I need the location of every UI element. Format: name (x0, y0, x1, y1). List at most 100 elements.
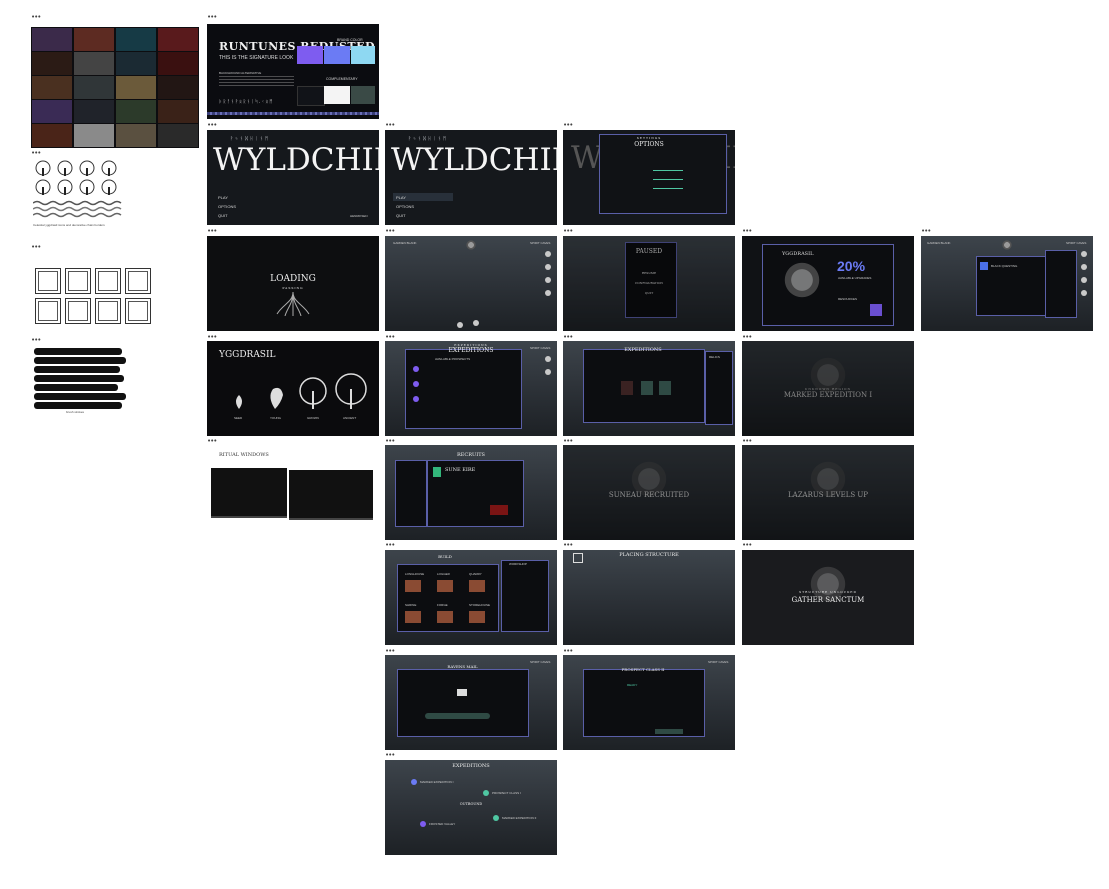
pause-quit[interactable]: QUIT (563, 291, 735, 295)
pause-config[interactable]: CONFIGURATION (563, 281, 735, 285)
yggdrasil-emblem-icon (798, 554, 858, 614)
menu-quit[interactable]: QUIT (396, 213, 406, 218)
tree-icon[interactable] (999, 237, 1015, 253)
expedition-banner-frame[interactable]: UNKNOWN REGION MARKED EXPEDITION I (742, 341, 914, 436)
slider-volume[interactable] (653, 170, 683, 171)
frame-menu-icon[interactable]: ••• (385, 228, 395, 235)
search-icon[interactable] (1081, 251, 1087, 257)
frame-menu-icon[interactable]: ••• (563, 228, 573, 235)
frame-menu-icon[interactable]: ••• (31, 244, 41, 251)
gear-icon[interactable] (545, 290, 551, 296)
expedition-item-icon[interactable] (413, 396, 419, 402)
frame-menu-icon[interactable]: ••• (207, 122, 217, 129)
slider-effects[interactable] (653, 188, 683, 189)
sword-icon[interactable] (545, 277, 551, 283)
rune-icon[interactable] (473, 320, 479, 326)
mail-frame[interactable]: RAVENS MAIL SPIRIT CAVES (385, 655, 557, 750)
frame-menu-icon[interactable]: ••• (207, 334, 217, 341)
frame-menu-icon[interactable]: ••• (31, 150, 41, 157)
yggdrasil-progress-frame[interactable]: YGGDRASIL 20% AVAILABLE UPGRADES RESOURC… (742, 236, 914, 331)
expeditions-map-frame[interactable]: EXPEDITIONS OUTBOUND MARKED EXPEDITION I… (385, 760, 557, 855)
build-item-1[interactable]: LOGGER (437, 572, 450, 576)
pause-resume[interactable]: RESUME (563, 271, 735, 275)
placing-frame[interactable]: PLACING STRUCTURE (563, 550, 735, 645)
expedition-node-icon[interactable] (493, 815, 499, 821)
prospect-launch-button[interactable] (655, 729, 683, 734)
frame-menu-icon[interactable]: ••• (742, 542, 752, 549)
slot-icon[interactable] (621, 381, 633, 395)
frame-menu-icon[interactable]: ••• (563, 648, 573, 655)
sanctum-frame[interactable]: STRUCTURE UNLOCKED GATHER SANCTUM (742, 550, 914, 645)
pause-frame[interactable]: PAUSED RESUME CONFIGURATION QUIT (563, 236, 735, 331)
yggdrasil-growth-frame[interactable]: YGGDRASIL SEED YOUNG GROWN ANCIENT (207, 341, 379, 436)
build-item-5[interactable]: STOREHOUSE (469, 603, 490, 607)
mail-icon[interactable] (457, 322, 463, 328)
expedition-item-icon[interactable] (413, 381, 419, 387)
level-up-frame[interactable]: LAZARUS LEVELS UP (742, 445, 914, 540)
build-frame[interactable]: BUILD WORKSHOP LONGHOUSE LOGGER QUARRY S… (385, 550, 557, 645)
slider-music[interactable] (653, 179, 683, 180)
hammer-icon[interactable] (545, 369, 551, 375)
frame-menu-icon[interactable]: ••• (31, 14, 41, 21)
frame-menu-icon[interactable]: ••• (742, 228, 752, 235)
frame-menu-icon[interactable]: ••• (31, 337, 41, 344)
build-item-0[interactable]: LONGHOUSE (405, 572, 424, 576)
prospect-frame[interactable]: PROSPECT CLASS II SPIRIT CAVES READY (563, 655, 735, 750)
joined-frame[interactable]: SUNEAU RECRUITED (563, 445, 735, 540)
build-item-4[interactable]: FORGE (437, 603, 448, 607)
expeditions-frame[interactable]: EXPEDITIONS EXPEDITIONS AVAILABLE PROSPE… (385, 341, 557, 436)
frame-menu-icon[interactable]: ••• (207, 14, 217, 21)
mood-thumb (116, 124, 156, 147)
build-item-2[interactable]: QUARRY (469, 572, 482, 576)
gear-icon[interactable] (1081, 290, 1087, 296)
frame-menu-icon[interactable]: ••• (207, 228, 217, 235)
slot-icon[interactable] (659, 381, 671, 395)
style-guide-frame[interactable]: RUNTUNES REDUSTED THIS IS THE SIGNATURE … (207, 24, 379, 119)
yggdrasil-emblem-icon (798, 449, 858, 509)
menu-play[interactable]: PLAY (218, 195, 228, 200)
game-hud-frame[interactable]: GARDEN BLANK SPIRIT CAVES (385, 236, 557, 331)
frame-menu-icon[interactable]: ••• (742, 334, 752, 341)
quest-dialog-frame[interactable]: GARDEN BLANK SPIRIT CAVES BLACK QUESTING (921, 236, 1093, 331)
title-screen-hover-frame[interactable]: ᚹᛃᚾᛞᚺᛁᚾᛗ WYLDCHILD PLAY OPTIONS QUIT (385, 130, 557, 225)
frame-menu-icon[interactable]: ••• (385, 648, 395, 655)
expedition-item-icon[interactable] (413, 366, 419, 372)
search-icon[interactable] (545, 251, 551, 257)
options-frame[interactable]: WYLDCHILD SETTINGS OPTIONS (563, 130, 735, 225)
menu-play[interactable]: PLAY (396, 195, 406, 200)
knot-border (207, 112, 379, 115)
frame-menu-icon[interactable]: ••• (385, 542, 395, 549)
frame-menu-icon[interactable]: ••• (563, 122, 573, 129)
mail-accept-button[interactable] (425, 713, 490, 719)
tree-icon[interactable] (463, 237, 479, 253)
menu-options[interactable]: OPTIONS (396, 204, 414, 209)
expedition-node-icon[interactable] (411, 779, 417, 785)
sword-icon[interactable] (1081, 277, 1087, 283)
slot-icon[interactable] (641, 381, 653, 395)
frame-menu-icon[interactable]: ••• (563, 542, 573, 549)
frame-menu-icon[interactable]: ••• (742, 438, 752, 445)
frame-menu-icon[interactable]: ••• (385, 122, 395, 129)
recruit-button[interactable] (490, 505, 508, 515)
expedition-node-icon[interactable] (420, 821, 426, 827)
hammer-icon[interactable] (545, 264, 551, 270)
frame-menu-icon[interactable]: ••• (563, 334, 573, 341)
title-screen-frame[interactable]: ᚹᛃᚾᛞᚺᛁᚾᛗ WYLDCHILD PLAY OPTIONS QUIT HEN… (207, 130, 379, 225)
frame-menu-icon[interactable]: ••• (385, 752, 395, 759)
hammer-icon[interactable] (1081, 264, 1087, 270)
resource-slot[interactable] (870, 304, 882, 316)
frame-menu-icon[interactable]: ••• (921, 228, 931, 235)
expedition-detail-frame[interactable]: EXPEDITIONS RELICS (563, 341, 735, 436)
expedition-node-icon[interactable] (483, 790, 489, 796)
loading-frame[interactable]: LOADING PASSING (207, 236, 379, 331)
build-item-3[interactable]: SHRINE (405, 603, 416, 607)
frame-menu-icon[interactable]: ••• (385, 334, 395, 341)
menu-options[interactable]: OPTIONS (218, 204, 236, 209)
recruits-frame[interactable]: RECRUITS SUNE EIRE (385, 445, 557, 540)
frame-menu-icon[interactable]: ••• (385, 438, 395, 445)
search-icon[interactable] (545, 356, 551, 362)
frame-menu-icon[interactable]: ••• (207, 438, 217, 445)
frame-menu-icon[interactable]: ••• (563, 438, 573, 445)
menu-quit[interactable]: QUIT (218, 213, 228, 218)
options-title: OPTIONS (634, 141, 664, 148)
